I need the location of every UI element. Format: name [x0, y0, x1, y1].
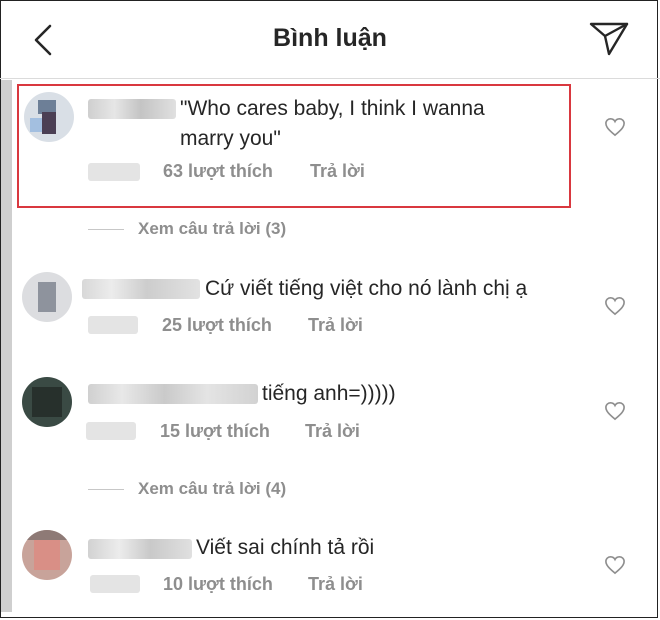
username-blurred[interactable] — [88, 384, 258, 404]
heart-icon[interactable] — [604, 117, 626, 137]
username-blurred[interactable] — [88, 539, 192, 559]
avatar[interactable] — [24, 92, 74, 142]
reply-link[interactable]: Trả lời — [308, 315, 363, 336]
avatar-blur — [26, 530, 68, 540]
avatar-blur — [42, 112, 56, 134]
avatar-blur — [30, 118, 42, 132]
avatar-blur — [32, 387, 62, 417]
share-button[interactable] — [587, 20, 631, 58]
like-count[interactable]: 25 lượt thích — [162, 315, 272, 336]
comment-text: "Who cares baby, I think I wanna marry y… — [180, 97, 485, 150]
timestamp-blurred — [86, 422, 136, 440]
view-replies-button[interactable]: Xem câu trả lời (3) — [88, 219, 286, 239]
avatar-blur — [34, 540, 60, 570]
reply-link[interactable]: Trả lời — [308, 574, 363, 595]
avatar-blur — [38, 282, 56, 312]
avatar[interactable] — [22, 377, 72, 427]
comment-text: Cứ viết tiếng việt cho nó lành chị ạ — [205, 277, 528, 300]
heart-icon[interactable] — [604, 296, 626, 316]
comment-text: tiếng anh=))))) — [262, 382, 396, 405]
username-blurred[interactable] — [82, 279, 200, 299]
heart-icon[interactable] — [604, 401, 626, 421]
reply-link[interactable]: Trả lời — [310, 161, 365, 182]
page-title: Bình luận — [273, 24, 387, 52]
header-bar: Bình luận — [0, 0, 660, 79]
comment-text: Viết sai chính tả rồi — [196, 536, 375, 559]
reply-link[interactable]: Trả lời — [305, 421, 360, 442]
timestamp-blurred — [90, 575, 140, 593]
view-replies-label: Xem câu trả lời (4) — [138, 479, 287, 498]
divider-line — [88, 489, 124, 491]
divider-line — [88, 229, 124, 231]
like-count[interactable]: 63 lượt thích — [163, 161, 273, 182]
timestamp-blurred — [88, 316, 138, 334]
username-blurred[interactable] — [88, 99, 176, 119]
heart-icon[interactable] — [604, 555, 626, 575]
paper-plane-icon — [589, 22, 629, 56]
timestamp-blurred — [88, 163, 140, 181]
scrollbar[interactable] — [1, 80, 12, 612]
view-replies-label: Xem câu trả lời (3) — [138, 219, 287, 238]
avatar[interactable] — [22, 272, 72, 322]
like-count[interactable]: 15 lượt thích — [160, 421, 270, 442]
like-count[interactable]: 10 lượt thích — [163, 574, 273, 595]
avatar[interactable] — [22, 530, 72, 580]
view-replies-button[interactable]: Xem câu trả lời (4) — [88, 479, 286, 499]
